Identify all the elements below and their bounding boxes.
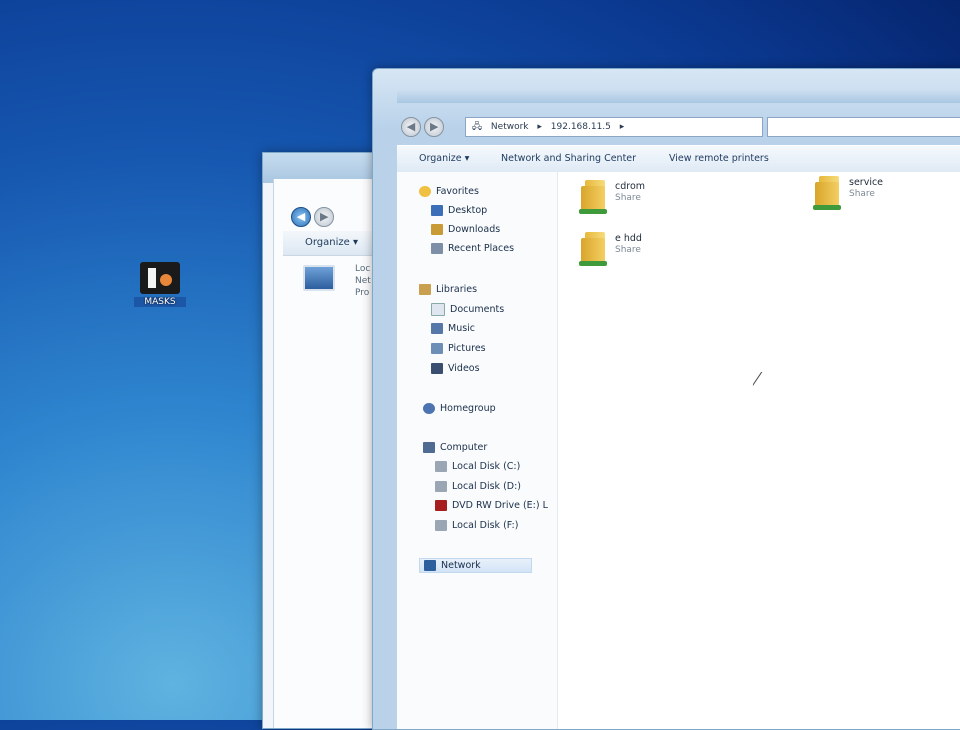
nav-dvd-drive[interactable]: DVD RW Drive (E:) L (435, 500, 548, 511)
folder-type: Share (615, 245, 641, 255)
nav-network[interactable]: Network (419, 558, 532, 573)
disk-icon (435, 461, 447, 472)
nav-music[interactable]: Music (431, 323, 475, 334)
back-arrow-icon[interactable]: ◀ (401, 117, 421, 137)
computer-icon (423, 442, 435, 453)
command-toolbar: Organize ▾ Network and Sharing Center Vi… (397, 145, 960, 173)
search-box[interactable] (767, 117, 960, 137)
folder-name: cdrom (615, 181, 646, 192)
nav-homegroup[interactable]: Homegroup (423, 403, 496, 414)
nav-pictures[interactable]: Pictures (431, 343, 486, 354)
network-adapter-icon[interactable] (303, 265, 335, 291)
folder-type: Share (849, 189, 875, 199)
desktop-icon (431, 205, 443, 216)
music-icon (431, 323, 443, 334)
nav-recent-places[interactable]: Recent Places (431, 243, 514, 254)
view-remote-printers-button[interactable]: View remote printers (669, 153, 769, 164)
window-body: Favorites Desktop Downloads Recent Place… (397, 172, 960, 729)
nav-libraries[interactable]: Libraries (419, 284, 477, 295)
nav-documents[interactable]: Documents (431, 303, 504, 316)
disk-icon (435, 520, 447, 531)
back-arrow-icon[interactable]: ◀ (291, 207, 311, 227)
organize-button[interactable]: Organize ▾ (419, 153, 469, 164)
libraries-icon (419, 284, 431, 295)
nav-buttons: ◀ ▶ (401, 117, 445, 137)
shared-folder-e-hdd[interactable]: e hdd Share (579, 232, 642, 266)
nav-computer[interactable]: Computer (423, 442, 487, 453)
nav-desktop[interactable]: Desktop (431, 205, 487, 216)
shared-folder-icon (579, 180, 609, 214)
forward-arrow-icon[interactable]: ▶ (314, 207, 335, 227)
address-row: ◀ ▶ 🖧 Network ▸ 192.168.11.5 ▸ (401, 115, 960, 141)
explorer-window-back[interactable]: ◀ ▶ Organize ▾ Loc Net Pro (262, 152, 382, 729)
nav-videos[interactable]: Videos (431, 363, 480, 374)
shared-folder-icon (579, 232, 609, 266)
breadcrumb-network[interactable]: Network (491, 122, 529, 132)
window-body (273, 179, 381, 728)
folder-type: Share (615, 193, 641, 203)
network-icon: 🖧 (472, 122, 483, 132)
explorer-window-front[interactable]: ◀ ▶ 🖧 Network ▸ 192.168.11.5 ▸ Organize … (372, 68, 960, 730)
desktop-icon-label: MASKS (134, 297, 186, 307)
recent-places-icon (431, 243, 443, 254)
desktop-icon-masks[interactable]: MASKS (134, 262, 186, 307)
back-item-text: Loc Net Pro (355, 264, 371, 298)
mouse-cursor-icon (751, 372, 762, 386)
shortcut-icon (140, 262, 180, 294)
file-list: cdrom Share e hdd Share service Share (567, 172, 960, 729)
dvd-drive-icon (435, 500, 447, 511)
disk-icon (435, 481, 447, 492)
homegroup-icon (423, 403, 435, 414)
nav-downloads[interactable]: Downloads (431, 224, 500, 235)
downloads-icon (431, 224, 443, 235)
title-bar[interactable] (397, 89, 960, 103)
star-icon (419, 186, 431, 197)
back-nav-buttons: ◀ ▶ (291, 207, 335, 227)
shared-folder-service[interactable]: service Share (813, 176, 884, 210)
forward-arrow-icon[interactable]: ▶ (424, 117, 445, 137)
videos-icon (431, 363, 443, 374)
folder-name: e hdd (615, 233, 642, 244)
shared-folder-cdrom[interactable]: cdrom Share (579, 180, 646, 214)
breadcrumb-separator[interactable]: ▸ (620, 122, 625, 132)
folder-name: service (849, 177, 884, 188)
nav-local-disk-d[interactable]: Local Disk (D:) (435, 481, 521, 492)
breadcrumb-separator[interactable]: ▸ (537, 122, 542, 132)
breadcrumb-host[interactable]: 192.168.11.5 (551, 122, 611, 132)
network-icon (424, 560, 436, 571)
back-content: Loc Net Pro (303, 264, 371, 298)
nav-local-disk-f[interactable]: Local Disk (F:) (435, 520, 518, 531)
organize-button[interactable]: Organize ▾ (305, 237, 358, 248)
nav-local-disk-c[interactable]: Local Disk (C:) (435, 461, 520, 472)
documents-icon (431, 303, 445, 316)
shared-folder-icon (813, 176, 843, 210)
nav-favorites[interactable]: Favorites (419, 186, 479, 197)
address-bar[interactable]: 🖧 Network ▸ 192.168.11.5 ▸ (465, 117, 763, 137)
pictures-icon (431, 343, 443, 354)
navigation-pane: Favorites Desktop Downloads Recent Place… (397, 172, 558, 729)
back-toolbar: Organize ▾ (283, 231, 381, 256)
network-sharing-center-button[interactable]: Network and Sharing Center (501, 153, 636, 164)
